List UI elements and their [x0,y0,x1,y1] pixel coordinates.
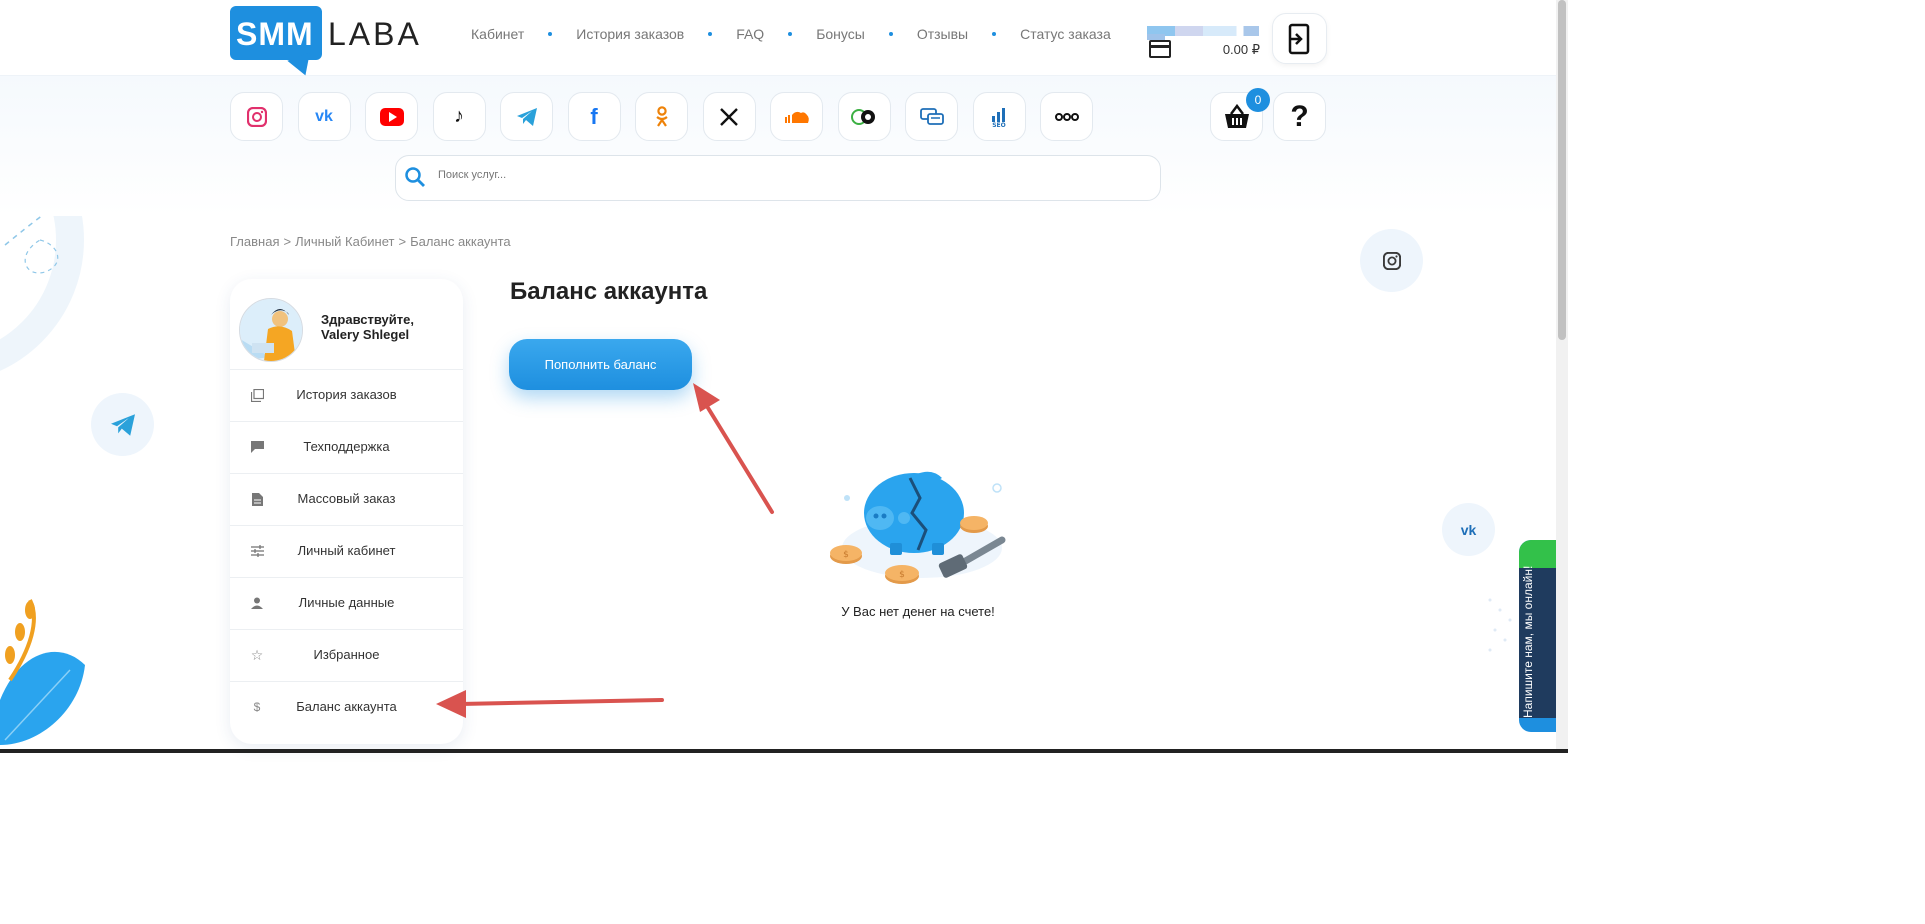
empty-balance-message: У Вас нет денег на счете! [841,604,995,619]
chat-online-indicator [1519,540,1556,568]
floating-vk-icon[interactable]: vk [1442,503,1495,556]
chat-tab-label: Напишите нам, мы онлайн! [1521,565,1535,718]
facebook-icon[interactable]: f [567,92,621,141]
nav-cabinet[interactable]: Кабинет [471,26,524,42]
nav-bonuses[interactable]: Бонусы [816,26,865,42]
broken-piggy-bank-illustration: $ $ [830,471,1006,584]
sidebar-item-label: Массовый заказ [297,491,396,506]
breadcrumb-separator: > [398,234,407,249]
soundcloud-icon[interactable] [770,92,823,141]
breadcrumb-current: Баланс аккаунта [410,234,511,249]
nav-separator [888,32,893,36]
credit-card-icon [1149,40,1171,58]
sidebar-item-personal-cabinet[interactable]: Личный кабинет [230,526,463,578]
header-balance[interactable]: 0.00 ₽ [1147,22,1263,66]
instagram-icon[interactable] [230,92,283,141]
breadcrumb-separator: > [283,234,292,249]
nav-order-history[interactable]: История заказов [576,26,684,42]
sidebar-item-support[interactable]: Техподдержка [230,422,463,474]
odnoklassniki-icon[interactable] [635,92,688,141]
basket-icon [1224,103,1249,128]
profile-block: Здравствуйте, Valery Shlegel [230,279,463,370]
search-box [395,155,1161,201]
sidebar-item-label: Баланс аккаунта [296,699,397,714]
twitch-icon[interactable] [837,92,891,141]
breadcrumb: Главная > Личный Кабинет > Баланс аккаун… [230,234,511,249]
user-greeting: Здравствуйте, Valery Shlegel [321,312,414,342]
sidebar-item-mass-order[interactable]: Массовый заказ [230,474,463,526]
search-input[interactable] [436,168,1140,182]
logo-smm: SMM [236,16,314,52]
nav-separator [548,32,553,36]
svg-text:SEO: SEO [992,122,1006,127]
help-button[interactable]: ? [1273,92,1326,141]
breadcrumb-home[interactable]: Главная [230,234,279,249]
topup-balance-button[interactable]: Пополнить баланс [509,339,692,390]
tiktok-icon[interactable]: ♪ [432,92,486,141]
sidebar-item-label: Избранное [313,647,380,662]
bottom-border [0,749,1568,753]
avatar[interactable] [239,298,303,362]
sidebar-item-order-history[interactable]: История заказов [230,370,463,422]
social-network-row: vk ♪ f SEO [230,92,1108,141]
seo-icon[interactable]: SEO [972,92,1026,141]
logout-button[interactable] [1272,13,1327,64]
x-icon[interactable] [702,92,756,141]
telegram-icon[interactable] [500,92,553,141]
sidebar-item-label: Личные данные [298,595,395,610]
balance-amount: 0.00 ₽ [1222,42,1260,57]
search-icon [405,167,425,187]
question-icon: ? [1290,99,1309,133]
sidebar-item-label: История заказов [296,387,397,402]
floating-instagram-icon[interactable] [1360,229,1423,292]
sidebar-item-personal-data[interactable]: Личные данные [230,578,463,630]
nav-faq[interactable]: FAQ [736,26,764,42]
sidebar-item-label: Техподдержка [303,439,390,454]
account-sidebar: Здравствуйте, Valery Shlegel История зак… [230,279,463,744]
breadcrumb-cabinet[interactable]: Личный Кабинет [295,234,394,249]
nav-order-status[interactable]: Статус заказа [1020,26,1111,42]
scrollbar-thumb[interactable] [1558,0,1566,340]
site-logo[interactable]: SMM LABA [230,6,422,80]
svg-text:$: $ [899,570,905,580]
floating-telegram-icon[interactable] [91,393,154,456]
chat-icon[interactable] [905,92,958,141]
nav-reviews[interactable]: Отзывы [917,26,968,42]
online-chat-tab[interactable]: Напишите нам, мы онлайн! [1519,540,1556,732]
sidebar-item-account-balance[interactable]: $ Баланс аккаунта [230,682,463,733]
logout-icon [1288,23,1309,54]
vk-icon[interactable]: vk [297,92,351,141]
logo-laba: LABA [328,16,422,52]
nav-separator [992,32,997,36]
nav-separator [708,32,713,36]
youtube-icon[interactable] [365,92,418,141]
more-icon[interactable] [1040,92,1093,141]
main-nav: Кабинет История заказов FAQ Бонусы Отзыв… [471,26,1111,42]
page-title: Баланс аккаунта [510,278,708,305]
sidebar-item-label: Личный кабинет [297,543,396,558]
nav-separator [788,32,793,36]
sidebar-item-favorites[interactable]: ☆ Избранное [230,630,463,682]
cart-count-badge: 0 [1246,88,1270,112]
svg-text:$: $ [843,550,849,560]
